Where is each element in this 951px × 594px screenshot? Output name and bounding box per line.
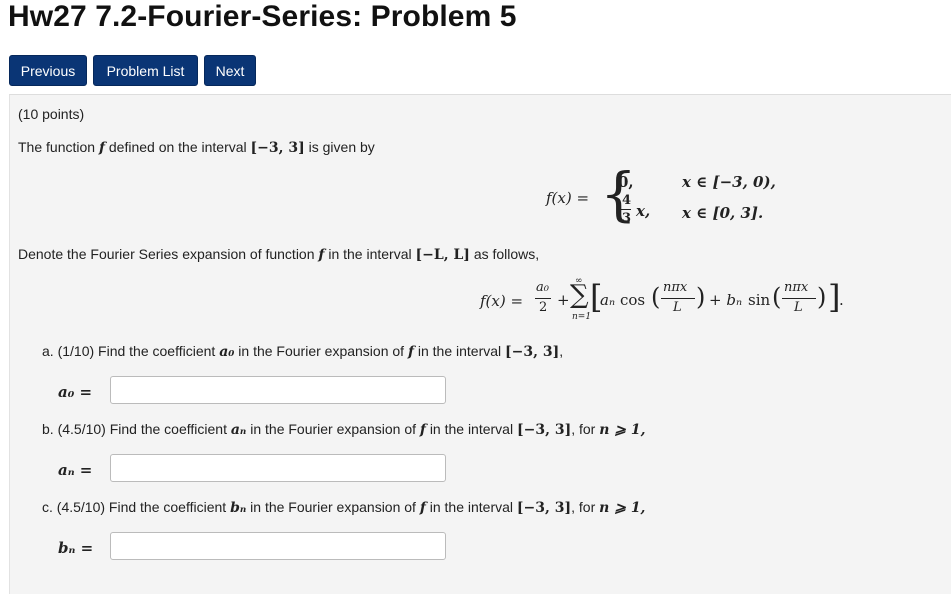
- cos-label: cos: [620, 291, 646, 309]
- cos-open-paren: (: [651, 283, 661, 311]
- part-a-function-symbol: f: [407, 344, 414, 360]
- function-symbol: f: [98, 140, 105, 156]
- part-c-prefix: c. (4.5/10) Find the coefficient: [42, 499, 227, 515]
- sin-label: sin: [748, 291, 771, 309]
- case2-denominator: 3: [622, 211, 632, 226]
- part-c-mid2: in the interval: [429, 499, 514, 515]
- part-b-suffix: , for: [571, 421, 596, 437]
- part-a-interval: [−3, 3]: [505, 344, 560, 360]
- intro-mid: defined on the interval: [108, 139, 247, 155]
- part-a-question: a. (1/10) Find the coefficient a₀ in the…: [42, 343, 563, 360]
- part-a-coefficient: a₀: [219, 344, 235, 360]
- series-period: .: [839, 291, 844, 309]
- problem-list-button[interactable]: Problem List: [93, 55, 198, 86]
- cos-arg-numerator: nπx: [663, 280, 688, 295]
- a0-answer-input[interactable]: [110, 376, 446, 404]
- case1-value: 0,: [618, 173, 634, 191]
- an-label: aₙ =: [58, 461, 93, 479]
- piecewise-formula: f(x) = { 0, x ∈ [−3, 0), 4 3 x, x ∈ [0, …: [546, 165, 806, 234]
- sin-arg-numerator: nπx: [784, 280, 809, 295]
- part-a-prefix: a. (1/10) Find the coefficient: [42, 343, 216, 359]
- case2-numerator: 4: [622, 193, 632, 208]
- a0-denominator: 2: [539, 300, 548, 315]
- intro-interval: [−3, 3]: [250, 140, 305, 156]
- part-b-mid: in the Fourier expansion of: [250, 421, 416, 437]
- series-lhs: f(x) =: [480, 292, 524, 310]
- part-b-function-symbol: f: [419, 422, 426, 438]
- denote-suffix: as follows,: [473, 246, 540, 262]
- problem-intro: The function f defined on the interval […: [18, 139, 375, 156]
- denote-interval: [−L, L]: [415, 247, 470, 263]
- sin-open-paren: (: [772, 283, 782, 311]
- part-c-suffix: , for: [571, 499, 596, 515]
- bn-term: + bₙ: [709, 291, 743, 309]
- sum-lower-limit: n=1: [572, 312, 592, 322]
- case2-fraction-bar: [620, 209, 631, 210]
- intro-prefix: The function: [18, 139, 96, 155]
- case2-condition: x ∈ [0, 3].: [682, 204, 764, 222]
- denote-text: Denote the Fourier Series expansion of f…: [18, 246, 539, 263]
- part-b-condition: n ⩾ 1,: [599, 422, 646, 438]
- fourier-series-formula: f(x) = a₀ 2 + ∞ ∑ n=1 [ aₙ cos ( nπx L )…: [480, 276, 850, 334]
- part-c-interval: [−3, 3]: [516, 500, 572, 516]
- cos-close-paren: ): [696, 283, 706, 311]
- part-a-mid: in the Fourier expansion of: [238, 343, 405, 359]
- denote-mid: in the interval: [328, 246, 412, 262]
- part-c-question: c. (4.5/10) Find the coefficient bₙ in t…: [42, 499, 645, 516]
- part-b-question: b. (4.5/10) Find the coefficient aₙ in t…: [42, 421, 646, 438]
- part-b-coefficient: aₙ: [230, 422, 247, 438]
- points-label: (10 points): [18, 106, 85, 122]
- sin-arg-bar: [782, 298, 816, 299]
- part-a-mid2: in the interval: [417, 343, 502, 359]
- plus-sign: +: [557, 291, 570, 309]
- part-c-function-symbol: f: [419, 500, 426, 516]
- sin-arg-denominator: L: [794, 300, 803, 315]
- function-symbol-2: f: [318, 247, 325, 263]
- sum-symbol: ∑: [570, 280, 589, 310]
- an-answer-input[interactable]: [110, 454, 446, 482]
- bn-answer-input[interactable]: [110, 532, 446, 560]
- case2-tail: x,: [636, 202, 651, 220]
- part-b-prefix: b. (4.5/10) Find the coefficient: [42, 421, 227, 437]
- a0-fraction-bar: [535, 298, 551, 299]
- cos-arg-bar: [661, 298, 695, 299]
- a0-numerator: a₀: [536, 280, 549, 295]
- cos-arg-denominator: L: [673, 300, 682, 315]
- previous-button[interactable]: Previous: [9, 55, 87, 86]
- part-b-interval: [−3, 3]: [516, 422, 572, 438]
- part-a-suffix: ,: [559, 343, 564, 359]
- part-c-mid: in the Fourier expansion of: [250, 499, 416, 515]
- part-b-mid2: in the interval: [429, 421, 514, 437]
- part-c-condition: n ⩾ 1,: [599, 500, 646, 516]
- part-c-coefficient: bₙ: [230, 500, 247, 516]
- sin-close-paren: ): [817, 283, 827, 311]
- a0-label: a₀ =: [58, 383, 93, 401]
- piecewise-lhs: f(x) =: [546, 189, 590, 207]
- bn-label: bₙ =: [58, 539, 94, 557]
- an-term: aₙ: [600, 291, 616, 309]
- page-title: Hw27 7.2-Fourier-Series: Problem 5: [8, 0, 517, 33]
- intro-suffix: is given by: [308, 139, 375, 155]
- case1-condition: x ∈ [−3, 0),: [682, 173, 776, 191]
- denote-prefix: Denote the Fourier Series expansion of f…: [18, 246, 315, 262]
- next-button[interactable]: Next: [204, 55, 256, 86]
